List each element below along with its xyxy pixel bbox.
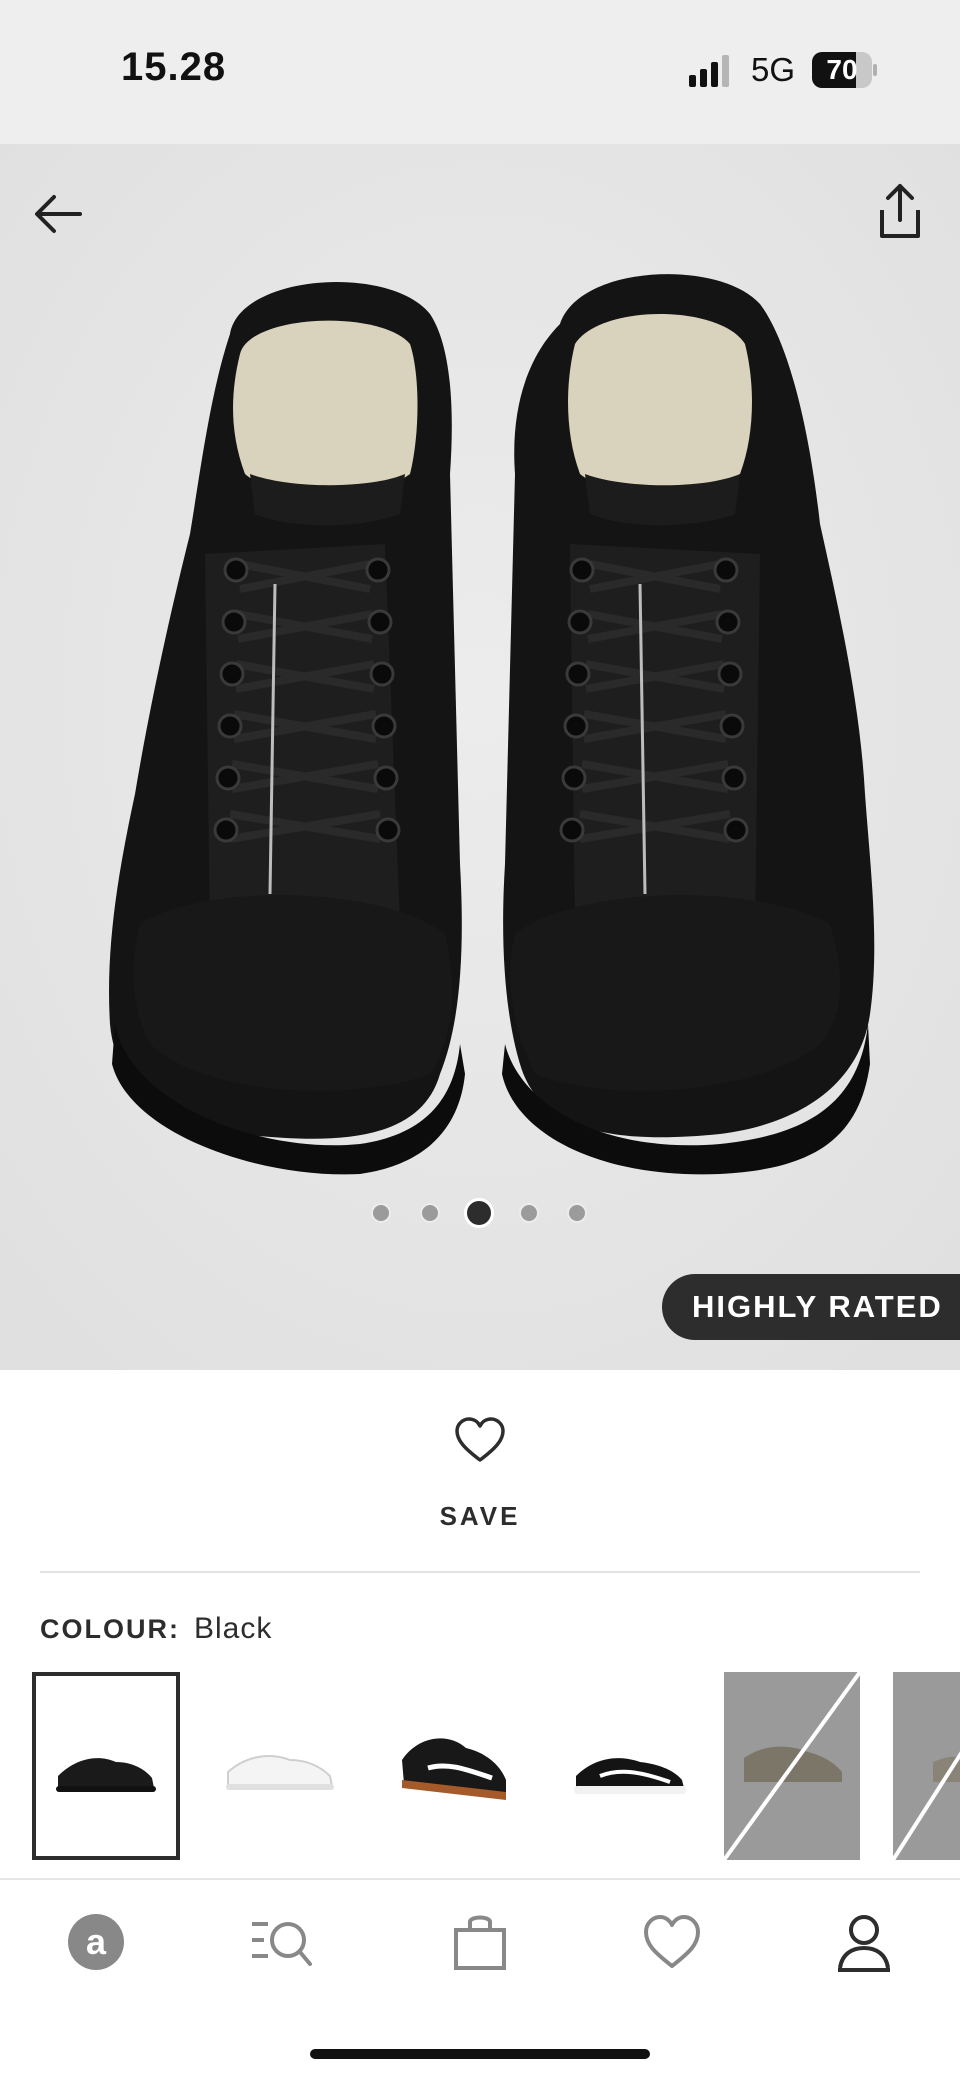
colour-row: COLOUR: Black xyxy=(40,1612,272,1646)
swatch-white-mono[interactable] xyxy=(210,1672,358,1860)
account-icon[interactable] xyxy=(832,1910,896,1974)
product-image xyxy=(0,144,960,1370)
gallery-pagination xyxy=(0,1198,960,1228)
gallery-dot[interactable] xyxy=(420,1203,440,1223)
shoe-white-icon xyxy=(226,1755,334,1790)
network-label: 5G xyxy=(751,51,796,88)
swatch-grey-2-unavailable[interactable] xyxy=(893,1672,960,1860)
share-icon[interactable] xyxy=(870,180,930,244)
save-button[interactable]: SAVE xyxy=(0,1370,960,1570)
tab-bar: a xyxy=(0,1880,960,2000)
colour-value: Black xyxy=(193,1612,273,1645)
gallery-dot[interactable] xyxy=(371,1203,391,1223)
home-icon[interactable]: a xyxy=(64,1910,128,1974)
saved-icon[interactable] xyxy=(640,1910,704,1974)
unavailable-slash-icon xyxy=(893,1751,960,1860)
swatch-grey-unavailable[interactable] xyxy=(724,1672,860,1860)
status-time: 15.28 xyxy=(121,45,227,89)
heart-icon xyxy=(455,1417,505,1462)
swatch-black-mono[interactable] xyxy=(32,1672,180,1860)
shoe-black-icon xyxy=(56,1758,156,1792)
divider xyxy=(40,1571,920,1573)
swatch-black-white[interactable] xyxy=(566,1672,714,1860)
bag-icon[interactable] xyxy=(448,1910,512,1974)
highly-rated-badge: HIGHLY RATED xyxy=(662,1274,960,1340)
svg-text:a: a xyxy=(86,1921,107,1962)
home-indicator xyxy=(310,2049,650,2059)
save-label: SAVE xyxy=(439,1501,521,1531)
gallery-dot-active[interactable] xyxy=(464,1198,494,1228)
battery-level: 70 xyxy=(826,54,858,85)
gallery-dot[interactable] xyxy=(519,1203,539,1223)
search-icon[interactable] xyxy=(250,1910,314,1974)
colour-swatches xyxy=(0,1672,960,1860)
shoe-classic-icon xyxy=(574,1758,686,1794)
shoe-gum-icon xyxy=(402,1738,506,1800)
signal-icon xyxy=(689,55,729,87)
gallery-dot[interactable] xyxy=(567,1203,587,1223)
product-gallery[interactable]: HIGHLY RATED xyxy=(0,144,960,1370)
swatch-black-gum[interactable] xyxy=(388,1672,536,1860)
back-arrow-icon[interactable] xyxy=(30,184,90,244)
unavailable-slash-icon xyxy=(724,1672,860,1860)
status-bar: 15.28 5G 70 xyxy=(0,0,960,144)
colour-label: COLOUR: xyxy=(40,1614,180,1644)
